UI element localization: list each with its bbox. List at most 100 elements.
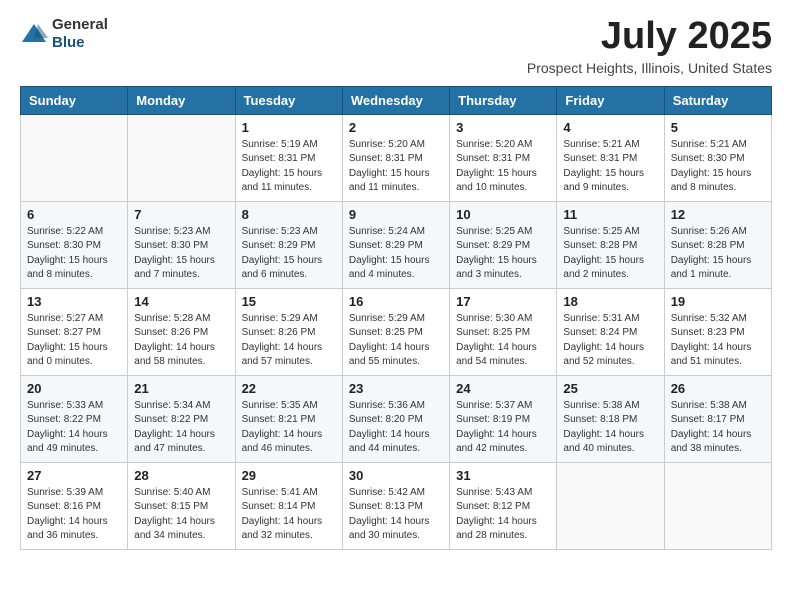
title-block: July 2025 Prospect Heights, Illinois, Un… [527, 16, 772, 76]
calendar-cell: 27 Sunrise: 5:39 AM Sunset: 8:16 PM Dayli… [21, 462, 128, 549]
day-number: 19 [671, 294, 765, 309]
day-info: Sunrise: 5:41 AM Sunset: 8:14 PM Dayligh… [242, 486, 336, 544]
calendar-cell: 29 Sunrise: 5:41 AM Sunset: 8:14 PM Dayli… [235, 462, 342, 549]
logo-text: General Blue [52, 16, 108, 52]
day-number: 8 [242, 207, 336, 222]
day-info: Sunrise: 5:25 AM Sunset: 8:29 PM Dayligh… [456, 225, 550, 283]
day-info: Sunrise: 5:35 AM Sunset: 8:21 PM Dayligh… [242, 399, 336, 457]
calendar-cell: 30Sunrise: 5:42 AM Sunset: 8:13 PM Dayli… [342, 462, 449, 549]
calendar-cell [664, 462, 771, 549]
calendar-cell: 12Sunrise: 5:26 AM Sunset: 8:28 PM Dayli… [664, 201, 771, 288]
calendar-cell: 5Sunrise: 5:21 AM Sunset: 8:30 PM Daylig… [664, 114, 771, 201]
day-number: 24 [456, 381, 550, 396]
day-number: 31 [456, 468, 550, 483]
day-info: Sunrise: 5:31 AM Sunset: 8:24 PM Dayligh… [563, 312, 657, 370]
day-number: 23 [349, 381, 443, 396]
day-number: 17 [456, 294, 550, 309]
day-info: Sunrise: 5:27 AM Sunset: 8:27 PM Dayligh… [27, 312, 121, 370]
day-of-week-header: Wednesday [342, 86, 449, 114]
calendar-cell [557, 462, 664, 549]
page-header: General Blue July 2025 Prospect Heights,… [20, 16, 772, 76]
day-info: Sunrise: 5:37 AM Sunset: 8:19 PM Dayligh… [456, 399, 550, 457]
day-info: Sunrise: 5:38 AM Sunset: 8:17 PM Dayligh… [671, 399, 765, 457]
day-number: 28 [134, 468, 228, 483]
day-number: 15 [242, 294, 336, 309]
day-number: 22 [242, 381, 336, 396]
day-info: Sunrise: 5:20 AM Sunset: 8:31 PM Dayligh… [456, 138, 550, 196]
calendar-cell: 2 Sunrise: 5:20 AM Sunset: 8:31 PM Daylig… [342, 114, 449, 201]
day-info: Sunrise: 5:21 AM Sunset: 8:30 PM Dayligh… [671, 138, 765, 196]
day-number: 20 [27, 381, 121, 396]
day-info: Sunrise: 5:29 AM Sunset: 8:25 PM Dayligh… [349, 312, 443, 370]
day-info: Sunrise: 5:39 AM Sunset: 8:16 PM Dayligh… [27, 486, 121, 544]
day-info: Sunrise: 5:21 AM Sunset: 8:31 PM Dayligh… [563, 138, 657, 196]
day-info: Sunrise: 5:38 AM Sunset: 8:18 PM Dayligh… [563, 399, 657, 457]
calendar-cell: 24 Sunrise: 5:37 AM Sunset: 8:19 PM Dayli… [450, 375, 557, 462]
calendar-cell: 14 Sunrise: 5:28 AM Sunset: 8:26 PM Dayli… [128, 288, 235, 375]
calendar-cell: 18Sunrise: 5:31 AM Sunset: 8:24 PM Dayli… [557, 288, 664, 375]
day-info: Sunrise: 5:32 AM Sunset: 8:23 PM Dayligh… [671, 312, 765, 370]
calendar-body: 1 Sunrise: 5:19 AM Sunset: 8:31 PM Daylig… [21, 114, 772, 549]
day-number: 1 [242, 120, 336, 135]
day-info: Sunrise: 5:43 AM Sunset: 8:12 PM Dayligh… [456, 486, 550, 544]
calendar-cell [21, 114, 128, 201]
day-number: 4 [563, 120, 657, 135]
day-number: 9 [349, 207, 443, 222]
day-number: 26 [671, 381, 765, 396]
day-info: Sunrise: 5:34 AM Sunset: 8:22 PM Dayligh… [134, 399, 228, 457]
day-number: 21 [134, 381, 228, 396]
day-of-week-header: Thursday [450, 86, 557, 114]
location: Prospect Heights, Illinois, United State… [527, 60, 772, 76]
calendar-cell: 28 Sunrise: 5:40 AM Sunset: 8:15 PM Dayli… [128, 462, 235, 549]
calendar-cell: 7Sunrise: 5:23 AM Sunset: 8:30 PM Daylig… [128, 201, 235, 288]
day-number: 11 [563, 207, 657, 222]
day-of-week-header: Saturday [664, 86, 771, 114]
day-info: Sunrise: 5:23 AM Sunset: 8:30 PM Dayligh… [134, 225, 228, 283]
day-info: Sunrise: 5:42 AM Sunset: 8:13 PM Dayligh… [349, 486, 443, 544]
calendar-cell: 4 Sunrise: 5:21 AM Sunset: 8:31 PM Daylig… [557, 114, 664, 201]
day-number: 3 [456, 120, 550, 135]
calendar-cell: 8Sunrise: 5:23 AM Sunset: 8:29 PM Daylig… [235, 201, 342, 288]
day-number: 16 [349, 294, 443, 309]
day-number: 2 [349, 120, 443, 135]
calendar-cell: 31 Sunrise: 5:43 AM Sunset: 8:12 PM Dayli… [450, 462, 557, 549]
day-info: Sunrise: 5:26 AM Sunset: 8:28 PM Dayligh… [671, 225, 765, 283]
calendar-cell: 13 Sunrise: 5:27 AM Sunset: 8:27 PM Dayli… [21, 288, 128, 375]
day-info: Sunrise: 5:22 AM Sunset: 8:30 PM Dayligh… [27, 225, 121, 283]
calendar-cell: 25 Sunrise: 5:38 AM Sunset: 8:18 PM Dayli… [557, 375, 664, 462]
calendar-cell: 22 Sunrise: 5:35 AM Sunset: 8:21 PM Dayli… [235, 375, 342, 462]
calendar-cell: 6 Sunrise: 5:22 AM Sunset: 8:30 PM Daylig… [21, 201, 128, 288]
day-info: Sunrise: 5:33 AM Sunset: 8:22 PM Dayligh… [27, 399, 121, 457]
day-info: Sunrise: 5:28 AM Sunset: 8:26 PM Dayligh… [134, 312, 228, 370]
calendar-cell: 16 Sunrise: 5:29 AM Sunset: 8:25 PM Dayli… [342, 288, 449, 375]
calendar-cell: 20 Sunrise: 5:33 AM Sunset: 8:22 PM Dayli… [21, 375, 128, 462]
day-number: 10 [456, 207, 550, 222]
day-info: Sunrise: 5:24 AM Sunset: 8:29 PM Dayligh… [349, 225, 443, 283]
day-number: 25 [563, 381, 657, 396]
day-of-week-header: Tuesday [235, 86, 342, 114]
calendar-week-row: 27 Sunrise: 5:39 AM Sunset: 8:16 PM Dayli… [21, 462, 772, 549]
calendar-cell: 21 Sunrise: 5:34 AM Sunset: 8:22 PM Dayli… [128, 375, 235, 462]
logo-icon [20, 20, 48, 48]
day-number: 13 [27, 294, 121, 309]
day-of-week-header: Sunday [21, 86, 128, 114]
day-number: 27 [27, 468, 121, 483]
day-of-week-header: Friday [557, 86, 664, 114]
calendar-cell: 23 Sunrise: 5:36 AM Sunset: 8:20 PM Dayli… [342, 375, 449, 462]
calendar-week-row: 13 Sunrise: 5:27 AM Sunset: 8:27 PM Dayli… [21, 288, 772, 375]
calendar-cell: 26 Sunrise: 5:38 AM Sunset: 8:17 PM Dayli… [664, 375, 771, 462]
day-info: Sunrise: 5:20 AM Sunset: 8:31 PM Dayligh… [349, 138, 443, 196]
day-info: Sunrise: 5:29 AM Sunset: 8:26 PM Dayligh… [242, 312, 336, 370]
day-number: 29 [242, 468, 336, 483]
logo: General Blue [20, 16, 108, 52]
day-info: Sunrise: 5:40 AM Sunset: 8:15 PM Dayligh… [134, 486, 228, 544]
day-number: 14 [134, 294, 228, 309]
calendar-week-row: 1 Sunrise: 5:19 AM Sunset: 8:31 PM Daylig… [21, 114, 772, 201]
calendar-table: SundayMondayTuesdayWednesdayThursdayFrid… [20, 86, 772, 550]
day-of-week-header: Monday [128, 86, 235, 114]
day-info: Sunrise: 5:19 AM Sunset: 8:31 PM Dayligh… [242, 138, 336, 196]
calendar-week-row: 20 Sunrise: 5:33 AM Sunset: 8:22 PM Dayli… [21, 375, 772, 462]
calendar-header-row: SundayMondayTuesdayWednesdayThursdayFrid… [21, 86, 772, 114]
day-number: 6 [27, 207, 121, 222]
day-info: Sunrise: 5:36 AM Sunset: 8:20 PM Dayligh… [349, 399, 443, 457]
